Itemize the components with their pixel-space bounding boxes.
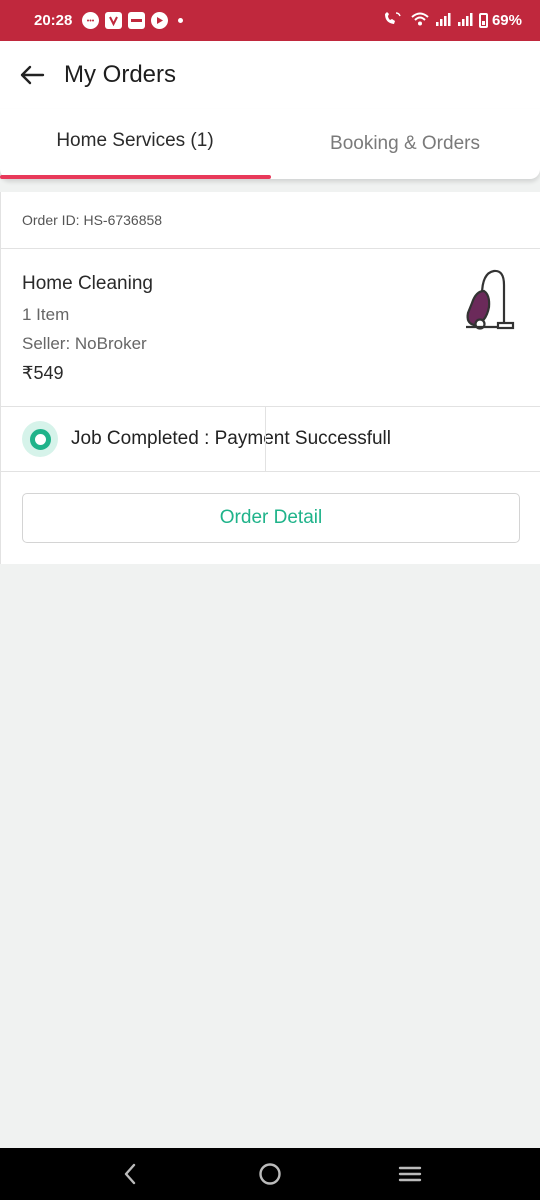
play-notification-icon (151, 12, 169, 29)
status-divider (265, 407, 266, 471)
vacuum-cleaner-icon (466, 269, 515, 330)
order-status-row: Job Completed : Payment Successfull (1, 407, 540, 472)
signal-1-icon (435, 12, 451, 30)
nav-back-icon (124, 1163, 136, 1185)
order-card: Order ID: HS-6736858 Home Cleaning 1 Ite… (0, 192, 540, 564)
tab-booking-orders[interactable]: Booking & Orders (270, 109, 540, 179)
back-button[interactable] (0, 41, 64, 109)
status-completed-icon (22, 421, 58, 457)
tab-booking-orders-label: Booking & Orders (330, 133, 480, 154)
tab-home-services-label: Home Services (1) (56, 130, 214, 151)
back-arrow-icon (20, 65, 45, 85)
wifi-icon (411, 12, 429, 30)
message-notification-icon (82, 12, 100, 29)
status-right: 69% (383, 11, 522, 31)
page-title: My Orders (64, 61, 177, 88)
order-item: Home Cleaning 1 Item Seller: NoBroker ₹5… (1, 249, 540, 407)
status-bar: 20:28 69% (0, 0, 540, 41)
nav-recents-button[interactable] (380, 1148, 440, 1200)
nav-home-button[interactable] (240, 1148, 300, 1200)
wifi-call-icon (383, 11, 405, 31)
order-detail-button[interactable]: Order Detail (22, 493, 520, 543)
status-time: 20:28 (34, 12, 73, 29)
signal-2-icon (457, 12, 473, 30)
battery-icon (478, 13, 488, 28)
tab-bar: Home Services (1) Booking & Orders (0, 109, 540, 179)
paytm-notification-icon (128, 12, 146, 29)
status-dot (29, 428, 51, 450)
battery-indicator: 69% (478, 12, 522, 29)
more-notifications-dot (178, 18, 184, 23)
order-detail-wrap: Order Detail (1, 472, 540, 564)
item-seller: Seller: NoBroker (22, 334, 147, 353)
active-tab-indicator (0, 175, 271, 179)
item-name: Home Cleaning (22, 273, 153, 294)
item-count: 1 Item (22, 305, 70, 324)
app-header: My Orders (0, 41, 540, 109)
order-status-text: Job Completed : Payment Successfull (71, 428, 391, 449)
item-price: ₹549 (22, 363, 64, 383)
tab-home-services[interactable]: Home Services (1) (0, 109, 270, 179)
system-nav-bar (0, 1148, 540, 1200)
app-notification-icon (105, 12, 123, 29)
order-id: Order ID: HS-6736858 (1, 192, 540, 249)
nav-back-button[interactable] (100, 1148, 160, 1200)
status-left: 20:28 (34, 12, 184, 29)
nav-menu-icon (398, 1166, 422, 1182)
battery-level: 69% (491, 12, 522, 29)
nav-home-icon (259, 1163, 281, 1185)
